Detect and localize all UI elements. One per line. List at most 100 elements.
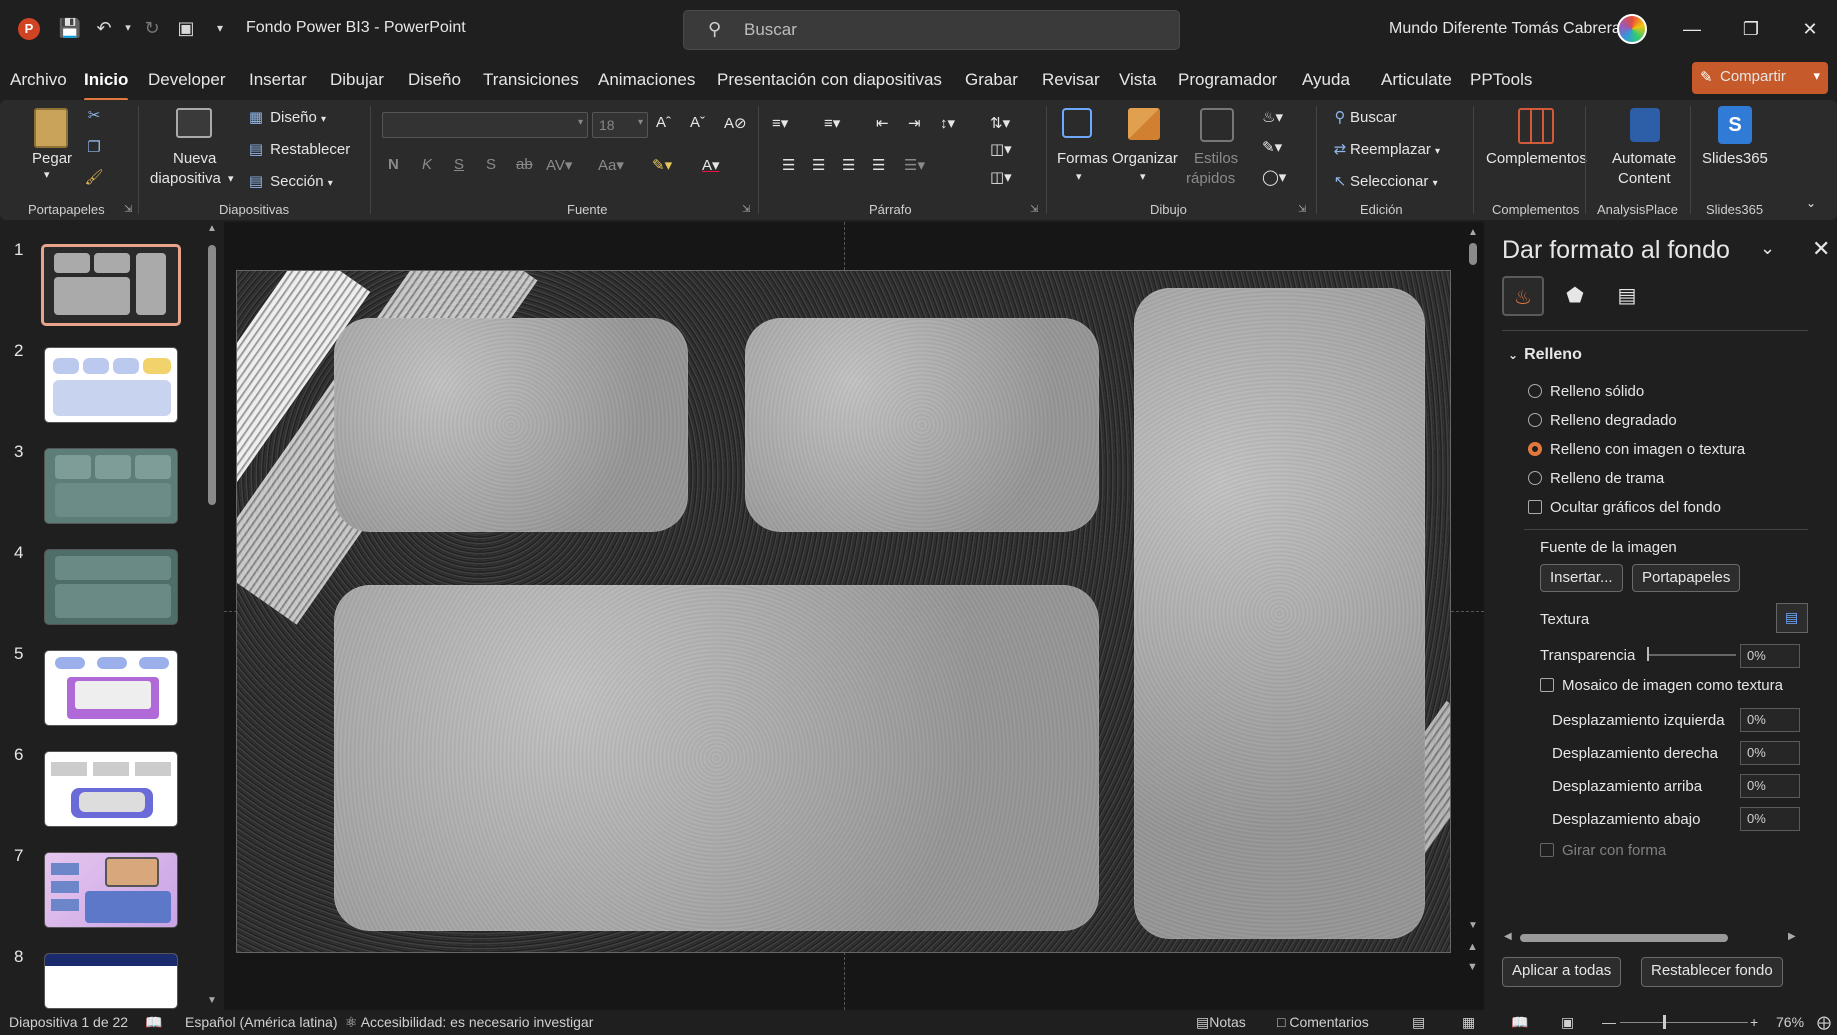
slideshow-icon[interactable]: ▣: [1561, 1014, 1574, 1031]
tab-pptools[interactable]: PPTools: [1470, 70, 1532, 90]
shapes-button[interactable]: Formas: [1057, 150, 1108, 167]
picture-tab-icon[interactable]: ▤: [1606, 276, 1648, 316]
automate-content-icon[interactable]: [1630, 108, 1660, 142]
scrollbar-thumb[interactable]: [1469, 243, 1477, 265]
tab-articulate[interactable]: Articulate: [1381, 70, 1452, 90]
scroll-left-icon[interactable]: ◀: [1504, 931, 1512, 942]
automate-label-2[interactable]: Content: [1618, 170, 1671, 187]
content-panel[interactable]: [334, 318, 688, 532]
line-spacing-icon[interactable]: ↕▾: [940, 114, 955, 132]
slide-thumbnail[interactable]: [41, 244, 181, 326]
slide-thumbnail[interactable]: [44, 751, 178, 827]
paste-icon[interactable]: [34, 108, 68, 148]
tab-transiciones[interactable]: Transiciones: [483, 70, 579, 90]
scroll-up-icon[interactable]: ▲: [1468, 227, 1478, 238]
save-icon[interactable]: 💾: [58, 16, 82, 40]
section-button[interactable]: ▤ Sección ▾: [246, 172, 333, 190]
offset-bottom-input[interactable]: 0%: [1740, 807, 1800, 831]
chevron-down-icon[interactable]: ▾: [44, 168, 50, 181]
slide-sorter-icon[interactable]: ▦: [1462, 1014, 1475, 1031]
tab-inicio[interactable]: Inicio: [84, 70, 129, 101]
shape-fill-icon[interactable]: ♨▾: [1262, 108, 1283, 126]
bullets-icon[interactable]: ≡▾: [772, 114, 788, 132]
char-spacing-icon[interactable]: AV▾: [546, 156, 572, 174]
shadow-button[interactable]: S: [486, 156, 496, 173]
shrink-font-icon[interactable]: Aˇ: [690, 114, 705, 131]
effects-tab-icon[interactable]: ⬟: [1554, 276, 1596, 316]
fit-to-window-icon[interactable]: ⨁: [1817, 1014, 1831, 1031]
align-text-icon[interactable]: ◫▾: [990, 140, 1012, 158]
text-direction-icon[interactable]: ⇅▾: [990, 114, 1010, 132]
slide-thumbnail[interactable]: [44, 448, 178, 524]
clipboard-button[interactable]: Portapapeles: [1632, 564, 1741, 592]
font-name-select[interactable]: ▾: [382, 112, 588, 138]
find-button[interactable]: ⚲ Buscar: [1330, 108, 1397, 126]
content-panel[interactable]: [745, 318, 1099, 532]
pattern-fill-radio[interactable]: Relleno de trama: [1528, 470, 1664, 487]
content-panel[interactable]: [1134, 288, 1425, 939]
accessibility-status[interactable]: ⚛ Accesibilidad: es necesario investigar: [345, 1014, 593, 1031]
user-name[interactable]: Mundo Diferente Tomás Cabrera: [1389, 20, 1621, 38]
dialog-launcher-icon[interactable]: ⇲: [124, 204, 132, 215]
scrollbar-thumb[interactable]: [208, 245, 216, 505]
search-box[interactable]: ⚲: [683, 10, 1180, 50]
minimize-icon[interactable]: —: [1677, 14, 1707, 44]
justify-icon[interactable]: ☰: [872, 156, 885, 174]
select-button[interactable]: ↖ Seleccionar ▾: [1330, 172, 1438, 190]
transparency-input[interactable]: 0%: [1740, 644, 1800, 668]
tab-revisar[interactable]: Revisar: [1042, 70, 1100, 90]
chevron-down-icon[interactable]: ▾: [1140, 170, 1146, 183]
slide-thumbnail[interactable]: [44, 347, 178, 423]
zoom-level[interactable]: 76%: [1776, 1014, 1804, 1030]
notes-button[interactable]: ▤Notas: [1196, 1014, 1246, 1031]
quick-styles-label-2[interactable]: rápidos: [1186, 170, 1235, 187]
reset-background-button[interactable]: Restablecer fondo: [1641, 957, 1783, 987]
quick-styles-label-1[interactable]: Estilos: [1194, 150, 1238, 167]
underline-button[interactable]: S: [454, 156, 464, 173]
numbering-icon[interactable]: ≡▾: [824, 114, 840, 132]
close-icon[interactable]: ✕: [1812, 236, 1830, 262]
slider-handle[interactable]: [1647, 647, 1649, 661]
tab-ayuda[interactable]: Ayuda: [1302, 70, 1350, 90]
decrease-indent-icon[interactable]: ⇤: [876, 114, 889, 132]
zoom-slider[interactable]: [1620, 1022, 1748, 1023]
highlight-icon[interactable]: ✎▾: [652, 156, 672, 174]
offset-left-input[interactable]: 0%: [1740, 708, 1800, 732]
next-slide-icon[interactable]: ▼: [1467, 961, 1478, 973]
avatar[interactable]: [1617, 14, 1647, 44]
tile-checkbox[interactable]: Mosaico de imagen como textura: [1540, 677, 1783, 694]
search-input[interactable]: [744, 17, 1164, 43]
shape-outline-icon[interactable]: ✎▾: [1262, 138, 1282, 156]
font-color-icon[interactable]: A▾: [702, 156, 720, 174]
arrange-icon[interactable]: [1128, 108, 1160, 140]
collapse-ribbon-icon[interactable]: ⌄: [1806, 196, 1816, 210]
tab-presentacion[interactable]: Presentación con diapositivas: [717, 70, 942, 90]
solid-fill-radio[interactable]: Relleno sólido: [1528, 383, 1644, 400]
tab-dibujar[interactable]: Dibujar: [330, 70, 384, 90]
shapes-icon[interactable]: [1062, 108, 1092, 138]
zoom-out-icon[interactable]: —: [1602, 1014, 1616, 1030]
offset-top-input[interactable]: 0%: [1740, 774, 1800, 798]
replace-button[interactable]: ⇄ Reemplazar ▾: [1330, 140, 1440, 158]
apply-to-all-button[interactable]: Aplicar a todas: [1502, 957, 1622, 987]
layout-button[interactable]: ▦ Diseño ▾: [246, 108, 326, 126]
dialog-launcher-icon[interactable]: ⇲: [1030, 204, 1038, 215]
slides365-icon[interactable]: S: [1718, 106, 1752, 144]
gradient-fill-radio[interactable]: Relleno degradado: [1528, 412, 1677, 429]
reset-button[interactable]: ▤ Restablecer: [246, 140, 350, 158]
paste-button[interactable]: Pegar: [32, 150, 72, 167]
tab-animaciones[interactable]: Animaciones: [598, 70, 695, 90]
smartart-icon[interactable]: ◫▾: [990, 168, 1012, 186]
new-slide-label-1[interactable]: Nueva: [173, 150, 216, 167]
slide-thumbnail[interactable]: [44, 852, 178, 928]
chevron-down-icon[interactable]: ▾: [1076, 170, 1082, 183]
bold-button[interactable]: N: [388, 156, 399, 173]
format-painter-icon[interactable]: 🖌: [84, 168, 104, 186]
grow-font-icon[interactable]: Aˆ: [656, 114, 671, 131]
reading-view-icon[interactable]: 📖: [1511, 1014, 1528, 1031]
clear-format-icon[interactable]: A⊘: [724, 114, 747, 132]
present-icon[interactable]: ▣: [174, 16, 198, 40]
automate-label-1[interactable]: Automate: [1612, 150, 1676, 167]
scrollbar-thumb[interactable]: [1520, 934, 1728, 942]
italic-button[interactable]: K: [422, 156, 432, 173]
